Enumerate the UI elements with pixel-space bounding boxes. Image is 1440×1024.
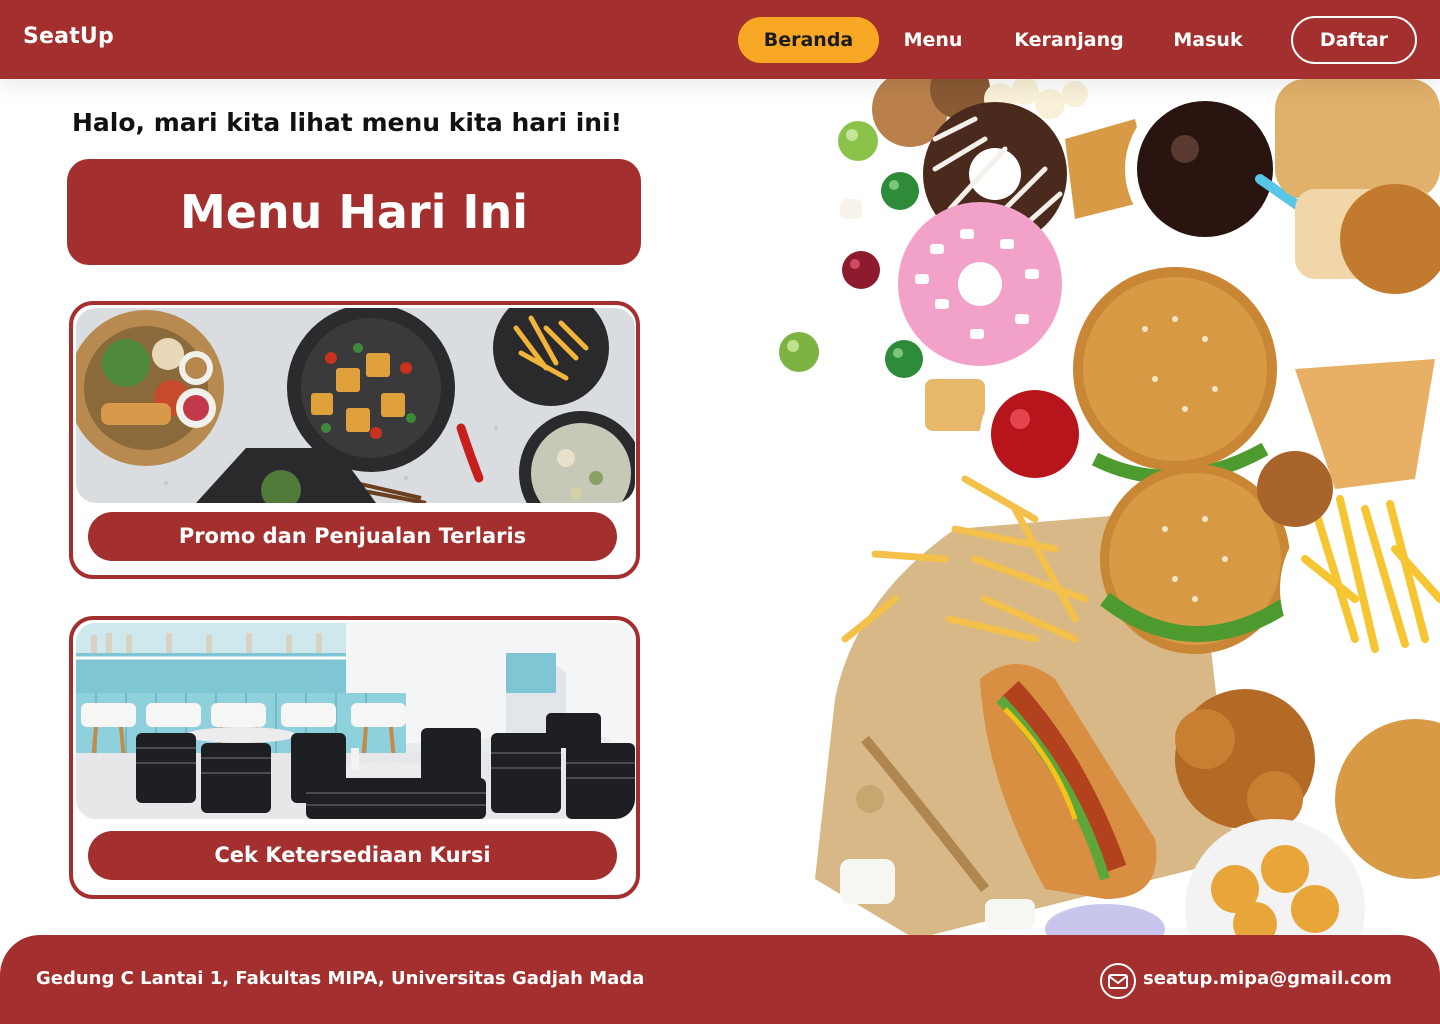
seat-availability-button[interactable]: Cek Ketersediaan Kursi (88, 831, 617, 880)
fast-food-collage-photo (775, 79, 1440, 936)
brand-logo[interactable]: SeatUp (23, 24, 114, 49)
greeting-text: Halo, mari kita lihat menu kita hari ini… (72, 108, 623, 137)
mail-icon (1100, 963, 1136, 999)
seat-card[interactable]: Cek Ketersediaan Kursi (69, 616, 640, 899)
nav-menu[interactable]: Menu (888, 17, 978, 63)
food-dishes-photo (76, 308, 635, 503)
daftar-button[interactable]: Daftar (1291, 16, 1417, 64)
menu-hari-ini-banner: Menu Hari Ini (67, 159, 641, 265)
footer-address: Gedung C Lantai 1, Fakultas MIPA, Univer… (36, 968, 645, 989)
promo-button[interactable]: Promo dan Penjualan Terlaris (88, 512, 617, 561)
footer: Gedung C Lantai 1, Fakultas MIPA, Univer… (0, 935, 1440, 1024)
nav-beranda[interactable]: Beranda (738, 17, 879, 63)
nav-keranjang[interactable]: Keranjang (1000, 17, 1138, 63)
promo-card[interactable]: Promo dan Penjualan Terlaris (69, 301, 640, 579)
nav-masuk[interactable]: Masuk (1160, 17, 1256, 63)
footer-email[interactable]: seatup.mipa@gmail.com (1143, 968, 1392, 989)
cafe-seating-photo (76, 623, 635, 819)
navbar: SeatUp Beranda Menu Keranjang Masuk Daft… (0, 0, 1440, 79)
